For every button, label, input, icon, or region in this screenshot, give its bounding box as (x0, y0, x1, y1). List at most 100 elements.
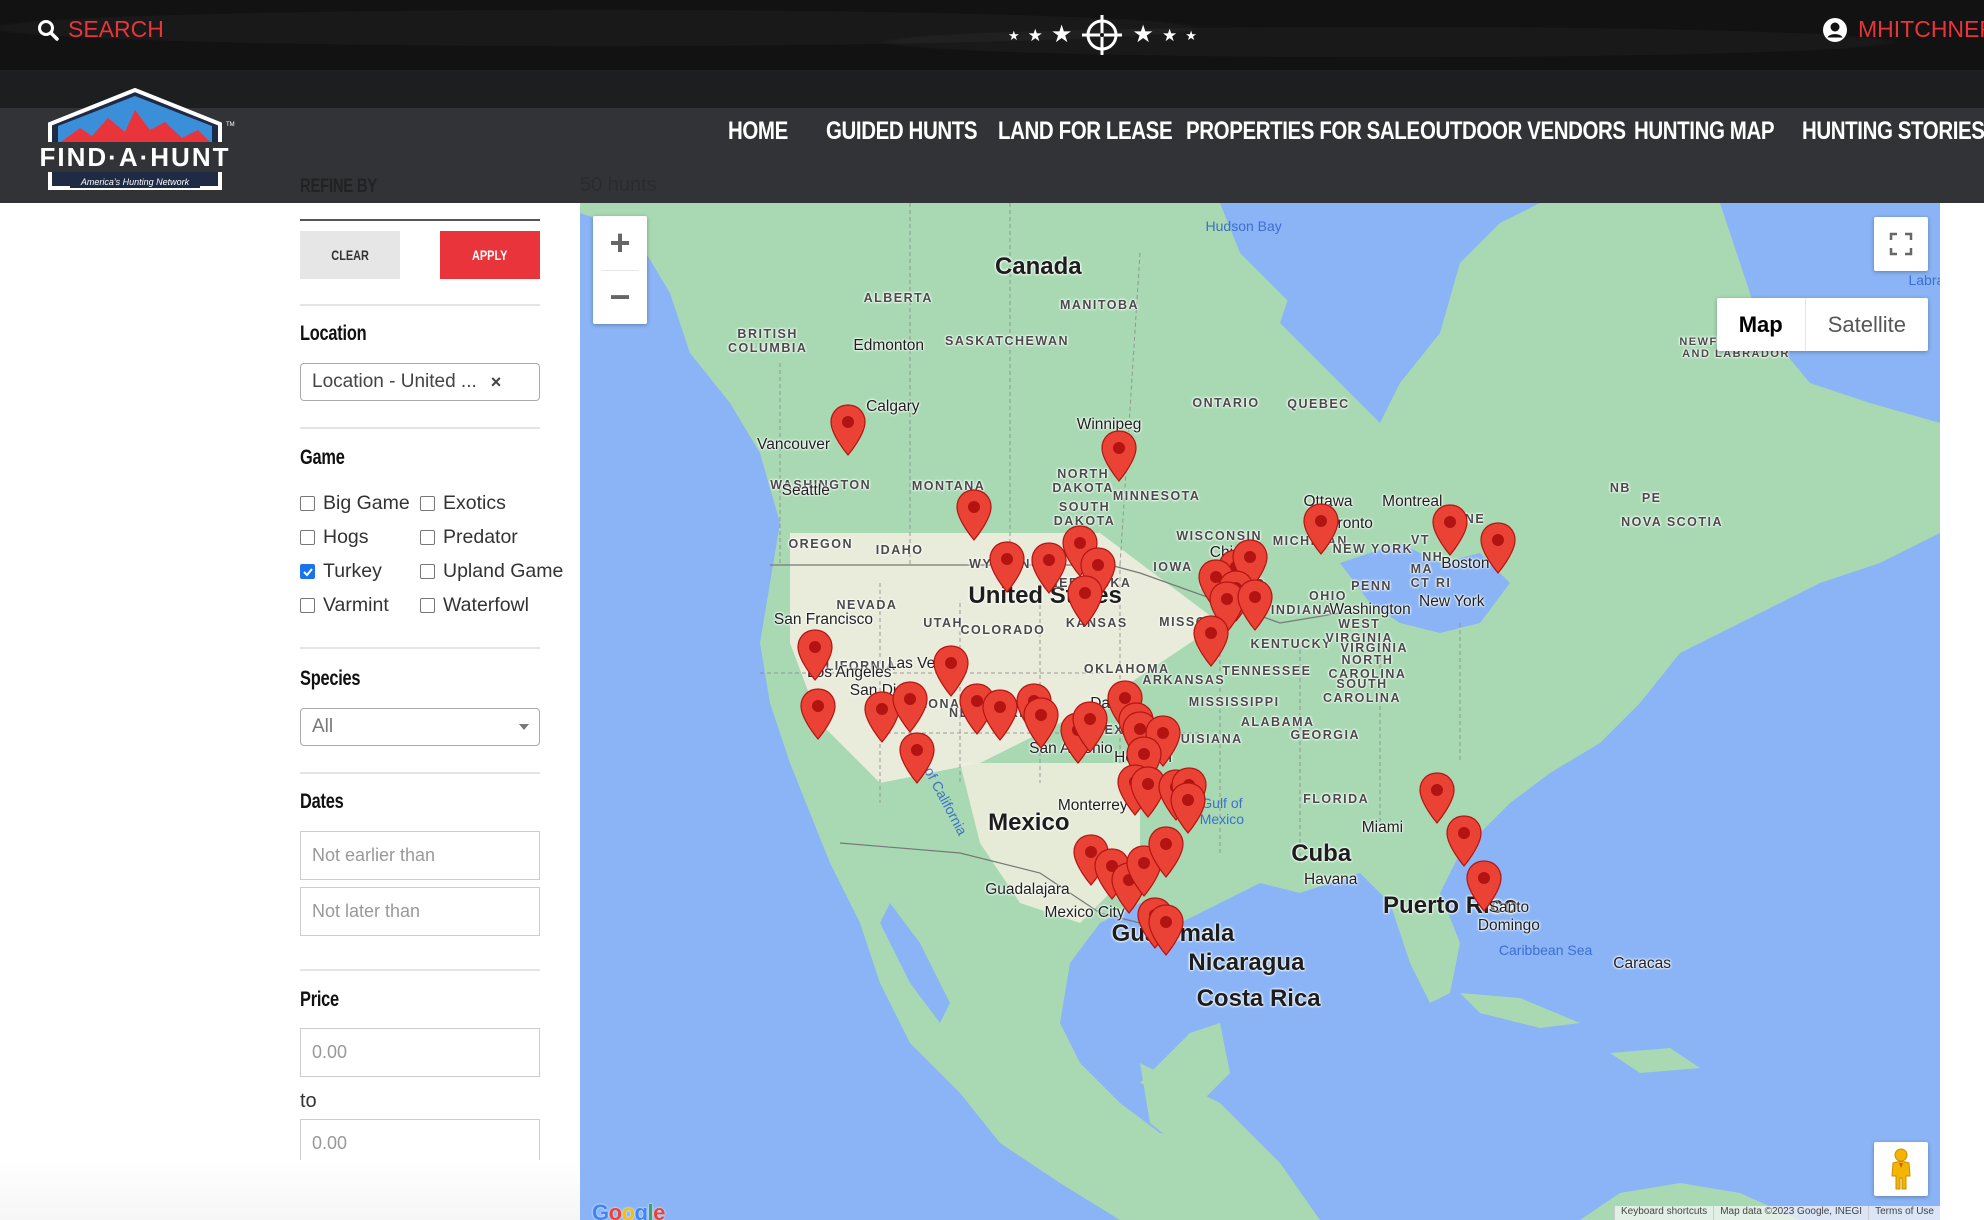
hunt-map-marker[interactable] (892, 681, 929, 733)
hunt-map-marker[interactable] (1480, 522, 1516, 575)
map-label-region: MANITOBA (1059, 297, 1140, 312)
divider (300, 304, 540, 306)
map-label-city: Guadalajara (985, 881, 1070, 899)
map-label-country: Canada (994, 253, 1082, 281)
chevron-down-icon (519, 724, 529, 730)
map-label-region: UTAH (923, 616, 964, 631)
hunt-map-marker[interactable] (1148, 903, 1184, 956)
hunt-map-marker[interactable] (800, 688, 836, 740)
species-selected-value: All (312, 716, 334, 737)
hunt-map-marker[interactable] (1072, 701, 1108, 754)
price-min-input[interactable]: 0.00 (300, 1028, 540, 1077)
clear-button[interactable]: CLEAR (300, 231, 400, 279)
game-checkbox-hogs[interactable]: Hogs (300, 526, 369, 549)
svg-text:TM: TM (226, 122, 235, 128)
nav-guided-hunts[interactable]: GUIDED HUNTS (826, 117, 978, 146)
hunt-map-marker[interactable] (1193, 615, 1229, 667)
keyboard-shortcuts-link[interactable]: Keyboard shortcuts (1614, 1206, 1713, 1220)
nav-hunting-map[interactable]: HUNTING MAP (1634, 117, 1775, 146)
species-select[interactable]: All (300, 708, 540, 746)
game-option-label: Big Game (323, 492, 410, 514)
map-label-water: Hudson Bay (1205, 218, 1282, 235)
map-label-region: ALABAMA (1240, 714, 1315, 729)
hunt-map-marker[interactable] (797, 629, 833, 681)
user-name: MHITCHNER (1858, 16, 1984, 42)
map-pin-icon (956, 489, 992, 541)
terms-of-use-link[interactable]: Terms of Use (1868, 1206, 1940, 1220)
map-label-region: MINNESOTA (1112, 488, 1201, 503)
street-view-pegman[interactable] (1874, 1142, 1928, 1196)
map-type-map[interactable]: Map (1717, 298, 1806, 351)
hunt-map-marker[interactable] (899, 732, 935, 784)
map-label-city: Miami (1361, 819, 1404, 837)
hunt-map-marker[interactable] (1023, 697, 1059, 750)
checkbox-icon[interactable] (300, 496, 315, 511)
hunt-map-marker[interactable] (1432, 504, 1468, 556)
checkbox-icon[interactable] (420, 530, 435, 545)
search-link[interactable]: SEARCH (36, 16, 164, 43)
map-label-city: Calgary (866, 398, 920, 416)
hunt-map-marker[interactable] (1466, 860, 1502, 912)
sub-bar (0, 70, 1984, 108)
game-checkbox-varmint[interactable]: Varmint (300, 594, 389, 617)
map-label-region: NOVA SCOTIA (1621, 515, 1724, 530)
divider (300, 427, 540, 429)
hunt-map-marker[interactable] (1148, 826, 1184, 879)
divider (300, 647, 540, 649)
hunt-map-marker[interactable] (982, 689, 1018, 741)
checkbox-icon[interactable] (300, 530, 315, 545)
checkbox-icon[interactable] (420, 564, 435, 579)
hunting-map[interactable]: CanadaUnited StatesMexicoCubaGuatemalaNi… (580, 203, 1940, 1220)
map-label-region: ONTARIO (1192, 396, 1260, 411)
hunt-map-marker[interactable] (1100, 430, 1137, 482)
hunt-map-marker[interactable] (1236, 579, 1273, 632)
location-title: Location (300, 322, 367, 345)
game-checkbox-big-game[interactable]: Big Game (300, 492, 410, 515)
checkbox-checked-icon[interactable] (300, 564, 315, 579)
nav-home[interactable]: HOME (728, 117, 788, 146)
date-to-input[interactable]: Not later than (300, 887, 540, 936)
date-from-input[interactable]: Not earlier than (300, 831, 540, 880)
hunt-map-marker[interactable] (1066, 575, 1103, 628)
google-logo[interactable]: Google (592, 1200, 665, 1220)
search-icon (38, 19, 59, 41)
nav-properties-for-sale[interactable]: PROPERTIES FOR SALE (1186, 117, 1420, 146)
remove-location-icon[interactable]: × (491, 372, 502, 393)
map-label-region: SOUTH DAKOTA (1053, 500, 1116, 529)
checkbox-icon[interactable] (300, 598, 315, 613)
map-type-satellite[interactable]: Satellite (1806, 298, 1928, 351)
game-checkbox-exotics[interactable]: Exotics (420, 492, 506, 515)
game-checkbox-upland-game[interactable]: Upland Game (420, 560, 563, 583)
user-circle-icon (1823, 17, 1847, 42)
map-pin-icon (797, 629, 833, 681)
map-label-region: RI (1435, 576, 1452, 591)
map-label-city: Seattle (781, 481, 830, 499)
game-checkbox-predator[interactable]: Predator (420, 526, 518, 549)
hunt-map-marker[interactable] (989, 540, 1025, 593)
main-nav: HOME GUIDED HUNTS LAND FOR LEASE PROPERT… (728, 117, 1984, 146)
hunt-map-marker[interactable] (1303, 503, 1339, 555)
zoom-in-button[interactable]: + (593, 216, 647, 270)
game-checkbox-waterfowl[interactable]: Waterfowl (420, 594, 529, 617)
zoom-out-button[interactable]: − (593, 270, 647, 324)
checkbox-icon[interactable] (420, 598, 435, 613)
nav-outdoor-vendors[interactable]: OUTDOOR VENDORS (1420, 117, 1626, 146)
map-label-region: NEVADA (836, 597, 898, 612)
fullscreen-button[interactable] (1874, 217, 1928, 271)
price-max-placeholder: 0.00 (312, 1133, 348, 1153)
user-account-link[interactable]: MHITCHNER (1822, 16, 1984, 43)
nav-land-for-lease[interactable]: LAND FOR LEASE (998, 117, 1173, 146)
game-checkbox-turkey[interactable]: Turkey (300, 560, 382, 583)
map-label-country: Cuba (1291, 839, 1352, 867)
hunt-map-marker[interactable] (830, 404, 866, 457)
map-label-region: SOUTH CAROLINA (1323, 677, 1401, 706)
checkbox-icon[interactable] (420, 496, 435, 511)
date-from-placeholder: Not earlier than (312, 845, 436, 865)
apply-button[interactable]: APPLY (440, 231, 540, 279)
clear-label: CLEAR (331, 247, 369, 263)
find-a-hunt-logo[interactable]: FIND·A·HUNT America's Hunting Network TM (30, 87, 240, 198)
map-label-region: TENNESSEE (1222, 663, 1312, 678)
hunt-map-marker[interactable] (956, 489, 992, 541)
location-filter-tag[interactable]: Location - United ... × (300, 363, 540, 401)
nav-hunting-stories[interactable]: HUNTING STORIES (1802, 117, 1984, 146)
